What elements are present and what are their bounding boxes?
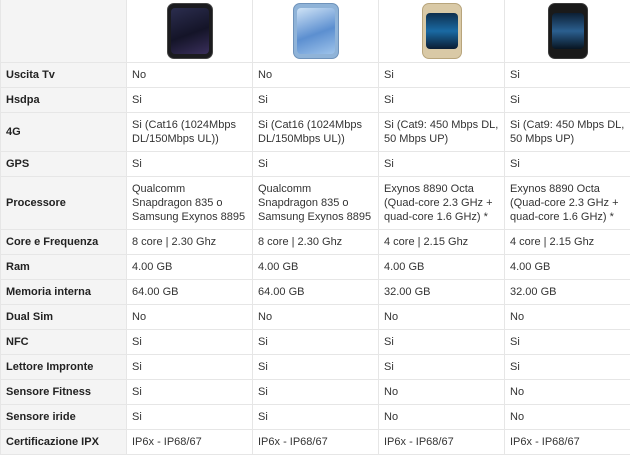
spec-row-hsdpa: Hsdpa Si Si Si Si	[0, 87, 630, 113]
spec-value: Exynos 8890 Octa (Quad-core 2.3 GHz + qu…	[378, 176, 505, 230]
spec-value: Si	[378, 329, 505, 355]
spec-label: Hsdpa	[0, 87, 127, 113]
spec-value: IP6x - IP68/67	[252, 429, 379, 455]
spec-row-lettore-impronte: Lettore Impronte Si Si Si Si	[0, 354, 630, 380]
spec-row-sensore-fitness: Sensore Fitness Si Si No No	[0, 379, 630, 405]
spec-label: Sensore iride	[0, 404, 127, 430]
spec-label: Core e Frequenza	[0, 229, 127, 255]
spec-value: Si	[126, 404, 253, 430]
spec-label: Sensore Fitness	[0, 379, 127, 405]
spec-value: No	[126, 62, 253, 88]
galaxy-s7-edge-gold-phone-icon[interactable]	[421, 3, 462, 59]
spec-label: Lettore Impronte	[0, 354, 127, 380]
spec-value: No	[378, 379, 505, 405]
spec-row-processore: Processore Qualcomm Snapdragon 835 o Sam…	[0, 176, 630, 230]
spec-value: Si	[504, 62, 630, 88]
corner-cell	[0, 0, 127, 63]
spec-value: Si	[252, 354, 379, 380]
spec-value: 32.00 GB	[378, 279, 505, 305]
spec-value: 4.00 GB	[504, 254, 630, 280]
spec-label: Certificazione IPX	[0, 429, 127, 455]
spec-value: 4 core | 2.15 Ghz	[378, 229, 505, 255]
spec-value: Si	[252, 379, 379, 405]
spec-row-core-frequenza: Core e Frequenza 8 core | 2.30 Ghz 8 cor…	[0, 229, 630, 255]
spec-value: 64.00 GB	[252, 279, 379, 305]
spec-value: Si	[378, 62, 505, 88]
galaxy-s8-blue-phone-icon[interactable]	[292, 3, 339, 59]
spec-row-memoria-interna: Memoria interna 64.00 GB 64.00 GB 32.00 …	[0, 279, 630, 305]
spec-label: Processore	[0, 176, 127, 230]
spec-value: Si	[126, 379, 253, 405]
spec-value: Si	[252, 404, 379, 430]
spec-comparison-table: Uscita Tv No No Si Si Hsdpa Si Si Si Si …	[0, 0, 630, 455]
spec-value: Si (Cat9: 450 Mbps DL, 50 Mbps UP)	[378, 112, 505, 152]
galaxy-s7-edge-black-phone-icon[interactable]	[547, 3, 588, 59]
spec-label: Uscita Tv	[0, 62, 127, 88]
phone-image-cell	[252, 0, 379, 63]
spec-value: No	[504, 379, 630, 405]
spec-row-certificazione-ipx: Certificazione IPX IP6x - IP68/67 IP6x -…	[0, 429, 630, 455]
spec-value: 32.00 GB	[504, 279, 630, 305]
spec-value: Si	[126, 329, 253, 355]
spec-value: No	[252, 304, 379, 330]
spec-label: Memoria interna	[0, 279, 127, 305]
spec-row-4g: 4G Si (Cat16 (1024Mbps DL/150Mbps UL)) S…	[0, 112, 630, 152]
spec-value: 8 core | 2.30 Ghz	[126, 229, 253, 255]
spec-label: Ram	[0, 254, 127, 280]
spec-label: 4G	[0, 112, 127, 152]
spec-row-ram: Ram 4.00 GB 4.00 GB 4.00 GB 4.00 GB	[0, 254, 630, 280]
spec-value: No	[504, 404, 630, 430]
spec-row-sensore-iride: Sensore iride Si Si No No	[0, 404, 630, 430]
spec-label: GPS	[0, 151, 127, 177]
spec-row-gps: GPS Si Si Si Si	[0, 151, 630, 177]
spec-value: 4.00 GB	[252, 254, 379, 280]
spec-value: IP6x - IP68/67	[504, 429, 630, 455]
spec-row-uscita-tv: Uscita Tv No No Si Si	[0, 62, 630, 88]
spec-value: Si (Cat16 (1024Mbps DL/150Mbps UL))	[252, 112, 379, 152]
phone-image-cell	[378, 0, 505, 63]
spec-value: No	[378, 404, 505, 430]
spec-value: No	[252, 62, 379, 88]
spec-value: Si (Cat16 (1024Mbps DL/150Mbps UL))	[126, 112, 253, 152]
spec-value: IP6x - IP68/67	[126, 429, 253, 455]
spec-label: NFC	[0, 329, 127, 355]
spec-value: Si	[252, 151, 379, 177]
spec-row-nfc: NFC Si Si Si Si	[0, 329, 630, 355]
spec-value: Si	[504, 354, 630, 380]
spec-value: Si	[126, 151, 253, 177]
phone-image-cell	[504, 0, 630, 63]
spec-value: 8 core | 2.30 Ghz	[252, 229, 379, 255]
spec-value: 4.00 GB	[126, 254, 253, 280]
phone-images-row	[0, 0, 630, 63]
spec-value: Si	[378, 151, 505, 177]
spec-label: Dual Sim	[0, 304, 127, 330]
phone-image-cell	[126, 0, 253, 63]
spec-value: IP6x - IP68/67	[378, 429, 505, 455]
spec-value: Si	[378, 354, 505, 380]
spec-value: Si	[504, 87, 630, 113]
spec-value: No	[378, 304, 505, 330]
spec-value: Si	[378, 87, 505, 113]
spec-value: 4.00 GB	[378, 254, 505, 280]
spec-value: No	[126, 304, 253, 330]
spec-value: Si	[126, 87, 253, 113]
spec-value: No	[504, 304, 630, 330]
spec-value: Si (Cat9: 450 Mbps DL, 50 Mbps UP)	[504, 112, 630, 152]
spec-value: 64.00 GB	[126, 279, 253, 305]
spec-value: Si	[126, 354, 253, 380]
spec-value: Si	[252, 87, 379, 113]
spec-row-dual-sim: Dual Sim No No No No	[0, 304, 630, 330]
spec-value: Qualcomm Snapdragon 835 o Samsung Exynos…	[126, 176, 253, 230]
spec-value: Qualcomm Snapdragon 835 o Samsung Exynos…	[252, 176, 379, 230]
spec-value: Si	[504, 151, 630, 177]
spec-value: Si	[504, 329, 630, 355]
spec-value: Exynos 8890 Octa (Quad-core 2.3 GHz + qu…	[504, 176, 630, 230]
spec-value: Si	[252, 329, 379, 355]
spec-value: 4 core | 2.15 Ghz	[504, 229, 630, 255]
galaxy-s8-black-phone-icon[interactable]	[166, 3, 213, 59]
